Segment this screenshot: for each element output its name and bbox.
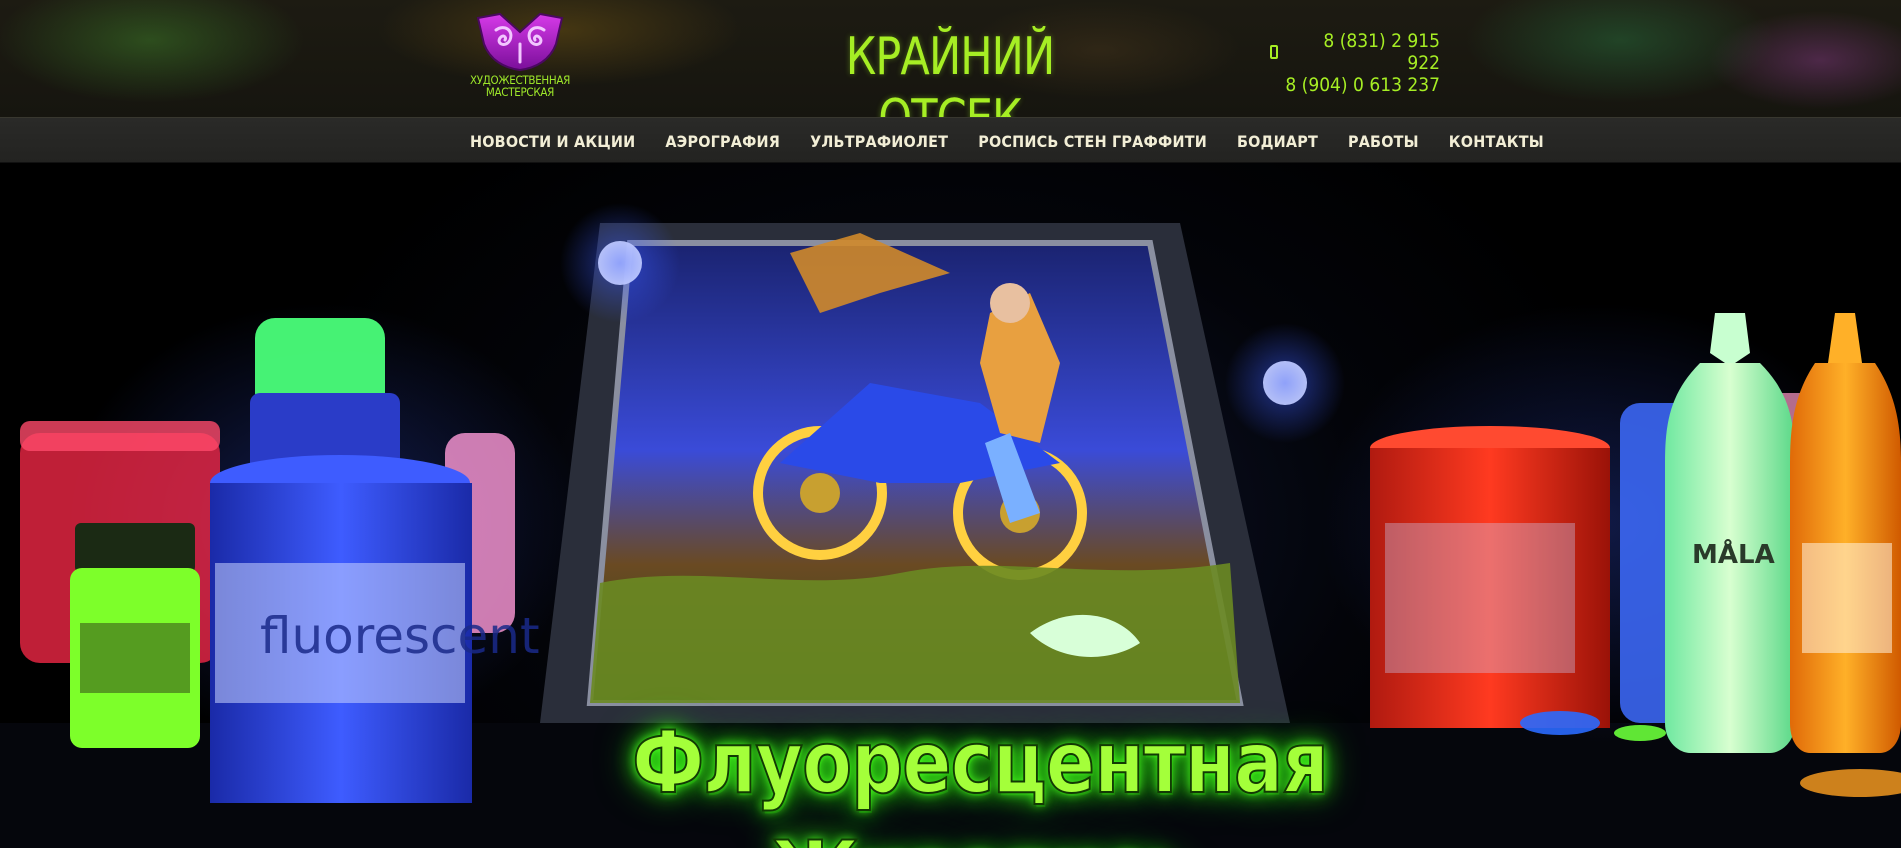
phone-row-2: 8 (904) 0 613 237 bbox=[1270, 74, 1440, 96]
art-workshop-logo-icon bbox=[476, 12, 564, 72]
phone-number-2[interactable]: 8 (904) 0 613 237 bbox=[1285, 74, 1440, 96]
logo-text-line2: МАСТЕРСКАЯ bbox=[485, 85, 555, 99]
phone-number-1[interactable]: 8 (831) 2 915 922 bbox=[1288, 30, 1440, 74]
phone-row-1: 8 (831) 2 915 922 bbox=[1270, 30, 1440, 74]
nav-item-airbrush[interactable]: АЭРОГРАФИЯ bbox=[665, 132, 780, 151]
hero-caption: Флуоресцентная Живопись bbox=[631, 712, 1330, 848]
main-nav: НОВОСТИ И АКЦИИ АЭРОГРАФИЯ УЛЬТРАФИОЛЕТ … bbox=[0, 117, 1901, 163]
nav-item-news[interactable]: НОВОСТИ И АКЦИИ bbox=[470, 132, 635, 151]
bottle-label-text: MÅLA bbox=[1692, 538, 1775, 570]
nav-list: НОВОСТИ И АКЦИИ АЭРОГРАФИЯ УЛЬТРАФИОЛЕТ … bbox=[470, 118, 1544, 164]
nav-item-bodyart[interactable]: БОДИАРТ bbox=[1237, 132, 1318, 151]
jar-label-text: fluorescent bbox=[260, 607, 540, 665]
site-logo[interactable]: ХУДОЖЕСТВЕННАЯ МАСТЕРСКАЯ bbox=[470, 10, 570, 102]
mobile-phone-icon bbox=[1270, 45, 1278, 59]
site-title[interactable]: КРАЙНИЙ ОТСЕК bbox=[775, 26, 1125, 149]
nav-item-works[interactable]: РАБОТЫ bbox=[1348, 132, 1419, 151]
site-header: ХУДОЖЕСТВЕННАЯ МАСТЕРСКАЯ КРАЙНИЙ ОТСЕК … bbox=[0, 0, 1901, 149]
nav-item-graffiti[interactable]: РОСПИСЬ СТЕН ГРАФФИТИ bbox=[978, 132, 1207, 151]
hero-banner: fluorescent MÅLA Флуоресцентная bbox=[0, 163, 1901, 848]
nav-item-contacts[interactable]: КОНТАКТЫ bbox=[1449, 132, 1544, 151]
nav-item-ultraviolet[interactable]: УЛЬТРАФИОЛЕТ bbox=[810, 132, 948, 151]
phone-block: 8 (831) 2 915 922 8 (904) 0 613 237 bbox=[1270, 30, 1440, 96]
